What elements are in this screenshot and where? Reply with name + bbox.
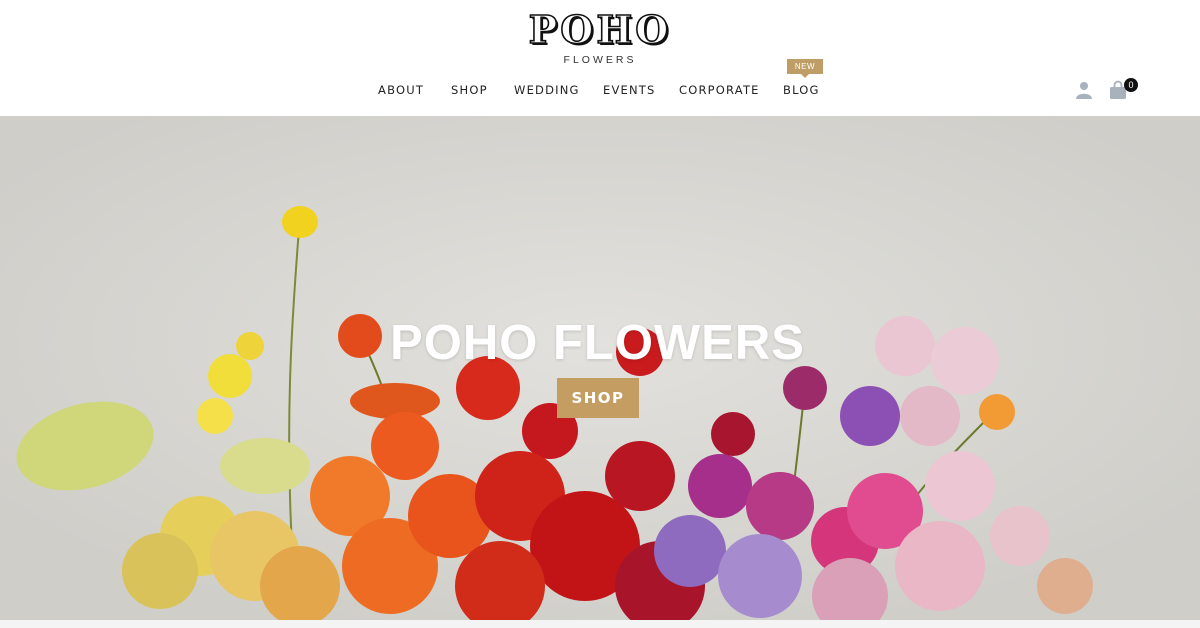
blog-new-badge: NEW <box>787 59 823 78</box>
cart-count-badge: 0 <box>1124 78 1138 92</box>
nav-blog[interactable]: BLOG <box>783 82 820 98</box>
hero-banner: POHO FLOWERS SHOP <box>0 116 1200 620</box>
nav-shop[interactable]: SHOP <box>451 82 488 98</box>
logo-wordmark: POHO <box>528 7 672 53</box>
nav-corporate[interactable]: CORPORATE <box>679 82 760 98</box>
user-icon[interactable] <box>1075 81 1093 99</box>
logo[interactable]: POHO FLOWERS <box>0 7 1200 66</box>
nav-events[interactable]: EVENTS <box>603 82 656 98</box>
shop-button[interactable]: SHOP <box>557 378 639 418</box>
site-header: POHO FLOWERS ABOUT SHOP WEDDING EVENTS C… <box>0 0 1200 116</box>
page-bottom-edge <box>0 620 1200 628</box>
hero-title: POHO FLOWERS <box>390 316 805 370</box>
main-navigation: ABOUT SHOP WEDDING EVENTS CORPORATE BLOG <box>0 82 1200 100</box>
logo-tagline: FLOWERS <box>563 54 637 66</box>
nav-about[interactable]: ABOUT <box>378 82 424 98</box>
nav-wedding[interactable]: WEDDING <box>514 82 580 98</box>
